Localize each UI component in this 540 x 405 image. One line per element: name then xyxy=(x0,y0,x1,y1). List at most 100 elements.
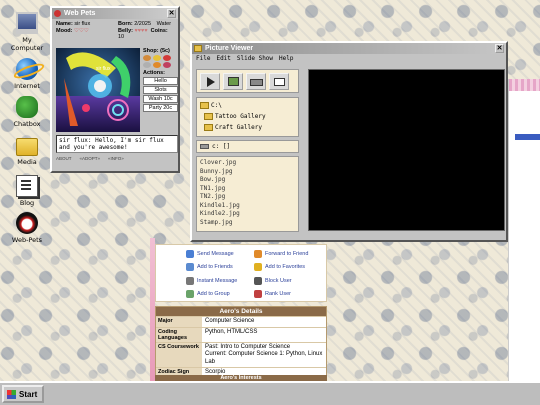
link-label: Forward to Friend xyxy=(265,251,309,257)
add-to-favorites-link[interactable]: Add to Favorites xyxy=(254,263,305,271)
mood-value: ♡♡♡ xyxy=(74,28,89,34)
party-button[interactable]: Party 20c xyxy=(143,104,178,112)
image-icon xyxy=(228,76,239,86)
coins-value: 10 xyxy=(118,34,125,40)
shop-row xyxy=(143,55,178,61)
desktop-icon-blog[interactable]: Blog xyxy=(4,175,50,207)
add-friend-icon xyxy=(186,263,194,271)
desktop-icon-label: Web-Pets xyxy=(11,236,43,244)
slots-button[interactable]: Slots xyxy=(143,86,178,94)
pet-stage[interactable]: sir flux xyxy=(56,48,140,132)
tree-folder[interactable]: Tattoo Gallery xyxy=(200,111,295,122)
star-icon xyxy=(254,263,262,271)
export-button[interactable] xyxy=(269,72,289,90)
send-message-link[interactable]: Send Message xyxy=(186,250,234,258)
actions-heading: Actions: xyxy=(143,70,165,76)
instant-message-link[interactable]: Instant Message xyxy=(186,277,237,285)
file-item[interactable]: Bow.jpg xyxy=(200,176,295,185)
folder-icon xyxy=(16,138,38,156)
shop-heading: Shop: (5c) xyxy=(143,48,170,54)
apple-icon[interactable] xyxy=(163,55,171,61)
file-item[interactable]: Stamp.jpg xyxy=(200,219,295,228)
computer-icon xyxy=(16,12,38,34)
web-pets-titlebar[interactable]: Web Pets ✕ xyxy=(52,8,178,19)
link-label: Rank User xyxy=(265,291,291,297)
slideshow-play-button[interactable] xyxy=(200,72,220,90)
table-row: Major Computer Science xyxy=(156,316,326,327)
play-icon xyxy=(207,76,215,87)
details-table: Aero's Details Major Computer Science Co… xyxy=(155,306,327,379)
im-icon xyxy=(186,277,194,285)
file-item[interactable]: Bunny.jpg xyxy=(200,168,295,177)
pie-icon[interactable] xyxy=(153,62,161,68)
adopt-link[interactable]: «ADOPT» xyxy=(80,156,101,161)
rank-user-link[interactable]: Rank User xyxy=(254,290,291,298)
desktop-icon-label: My Computer xyxy=(10,36,44,52)
file-item[interactable]: Kindle1.jpg xyxy=(200,202,295,211)
desktop-icon-my-computer[interactable]: My Computer xyxy=(4,12,50,52)
tree-root[interactable]: C:\ xyxy=(200,100,295,111)
drive-selector[interactable]: c: [] xyxy=(196,140,299,153)
desktop-icon-label: Blog xyxy=(19,199,35,207)
tree-folder[interactable]: Craft Gallery xyxy=(200,122,295,133)
file-item[interactable]: Clover.jpg xyxy=(200,159,295,168)
fish-icon[interactable] xyxy=(143,62,151,68)
close-button[interactable]: ✕ xyxy=(495,44,504,53)
detail-value: Computer Science xyxy=(205,318,255,324)
pet-shop: Shop: (5c) Actions: Hello Slots Wash 10c… xyxy=(143,48,178,113)
candy-icon[interactable] xyxy=(163,62,171,68)
browser-page-edge xyxy=(508,79,540,381)
file-list: Clover.jpg Bunny.jpg Bow.jpg TN1.jpg TN2… xyxy=(196,156,299,232)
tree-root-label: C:\ xyxy=(211,102,222,109)
add-to-group-link[interactable]: Add to Group xyxy=(186,290,230,298)
folder-label: Craft Gallery xyxy=(215,124,262,131)
menu-help[interactable]: Help xyxy=(279,55,293,63)
file-item[interactable]: Kindle2.jpg xyxy=(200,210,295,219)
file-item[interactable]: TN2.jpg xyxy=(200,193,295,202)
blog-icon xyxy=(16,175,38,197)
link-label: Block User xyxy=(265,278,292,284)
file-item[interactable]: TN1.jpg xyxy=(200,185,295,194)
wash-button[interactable]: Wash 10c xyxy=(143,95,178,103)
add-to-friends-link[interactable]: Add to Friends xyxy=(186,263,233,271)
desktop-icon-internet[interactable]: Internet xyxy=(4,58,50,90)
forward-to-friend-link[interactable]: Forward to Friend xyxy=(254,250,308,258)
print-button[interactable] xyxy=(246,72,266,90)
born-value: 2/2025 xyxy=(134,21,152,27)
desktop-icon-web-pets[interactable]: Web-Pets xyxy=(4,212,50,244)
hello-button[interactable]: Hello xyxy=(143,77,178,85)
view-image-button[interactable] xyxy=(223,72,243,90)
info-link[interactable]: «INFO» xyxy=(108,156,124,161)
folder-icon xyxy=(204,124,213,131)
menu-slide-show[interactable]: Slide Show xyxy=(237,55,273,63)
forward-icon xyxy=(254,250,262,258)
menu-file[interactable]: File xyxy=(196,55,210,63)
link-label: Add to Friends xyxy=(197,264,233,270)
mood-label: Mood: xyxy=(56,28,73,34)
detail-value: Past: Intro to Computer Science Current:… xyxy=(205,343,323,365)
block-user-link[interactable]: Block User xyxy=(254,277,292,285)
toolbar xyxy=(196,69,299,93)
drive-icon xyxy=(200,144,209,149)
menu-edit[interactable]: Edit xyxy=(216,55,230,63)
bread-icon[interactable] xyxy=(143,55,151,61)
pet-name-value: sir flux xyxy=(74,21,91,27)
pet-footer: ABOUT «ADOPT» «INFO» xyxy=(56,156,178,161)
link-label: Add to Favorites xyxy=(265,264,306,270)
menu-bar: File Edit Slide Show Help xyxy=(192,54,506,64)
desktop-icon-media[interactable]: Media xyxy=(4,134,50,166)
desktop-icon-chatbox[interactable]: Chatbox xyxy=(4,96,50,128)
internet-explorer-icon xyxy=(16,58,38,80)
table-row: CS Coursework Past: Intro to Computer Sc… xyxy=(156,341,326,367)
start-button[interactable]: Start xyxy=(2,385,44,403)
envelope-icon xyxy=(186,250,194,258)
desktop-icon-label: Media xyxy=(17,158,37,166)
cheese-icon[interactable] xyxy=(153,55,161,61)
link-label: Send Message xyxy=(197,251,234,257)
export-icon xyxy=(274,77,285,86)
about-link[interactable]: ABOUT xyxy=(56,156,72,161)
link-label: Instant Message xyxy=(197,278,238,284)
picture-viewer-titlebar[interactable]: Picture Viewer ✕ xyxy=(192,43,506,54)
folder-label: Tattoo Gallery xyxy=(215,113,266,120)
close-button[interactable]: ✕ xyxy=(167,9,176,18)
